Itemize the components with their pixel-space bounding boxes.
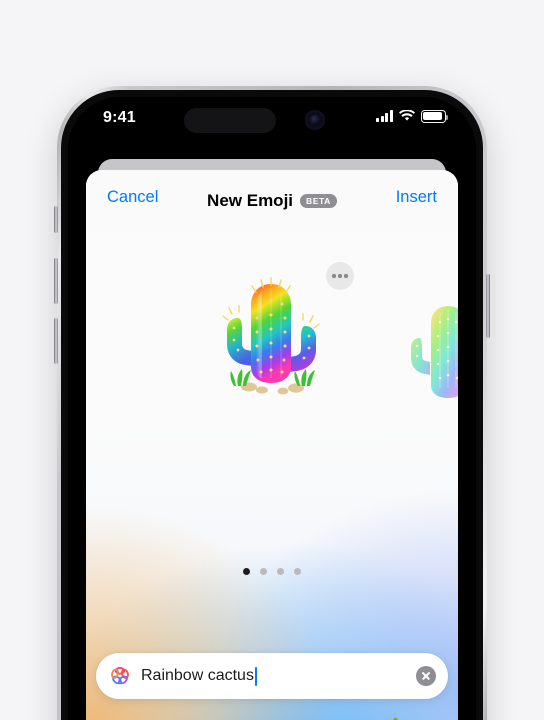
emoji-prompt-field[interactable]: Rainbow cactus xyxy=(96,653,448,699)
apple-intelligence-icon xyxy=(111,666,129,685)
volume-up-button[interactable] xyxy=(54,258,58,304)
emoji-prompt-row: Rainbow cactus xyxy=(96,653,448,699)
sheet-header: Cancel New Emoji BETA Insert xyxy=(86,170,458,232)
action-button[interactable] xyxy=(54,206,58,233)
autocomplete-suggestion-bar: “cactus” cactuses 🌵 xyxy=(86,710,458,720)
page-dot-2[interactable] xyxy=(260,568,267,575)
front-camera-icon xyxy=(305,110,325,130)
sheet-title-group: New Emoji BETA xyxy=(207,191,337,211)
screenshot-stage: 9:41 Cancel New Emoji BETA Insert Rainbo… xyxy=(0,0,544,720)
page-dot-3[interactable] xyxy=(277,568,284,575)
new-emoji-sheet: Cancel New Emoji BETA Insert Rainbow cac… xyxy=(86,170,458,720)
pastel-rainbow-cactus-emoji[interactable] xyxy=(398,300,458,400)
page-dot-1[interactable] xyxy=(243,568,250,575)
volume-down-button[interactable] xyxy=(54,318,58,364)
page-title: New Emoji xyxy=(207,191,294,210)
prompt-text-wrap: Rainbow cactus xyxy=(141,666,416,686)
status-bar-time: 9:41 xyxy=(103,109,136,126)
phone-screen: 9:41 Cancel New Emoji BETA Insert Rainbo… xyxy=(68,97,476,720)
dynamic-island[interactable] xyxy=(184,108,276,133)
page-indicator-dots[interactable] xyxy=(86,568,458,575)
status-bar-indicators xyxy=(376,110,449,123)
emoji-preview-area xyxy=(86,232,458,572)
text-caret xyxy=(254,666,257,686)
screen-content: 9:41 Cancel New Emoji BETA Insert Rainbo… xyxy=(68,97,476,720)
beta-badge: BETA xyxy=(300,193,337,209)
power-button[interactable] xyxy=(486,274,490,338)
status-bar: 9:41 xyxy=(68,97,476,143)
cellular-bars-icon xyxy=(376,110,393,123)
camera-lens xyxy=(310,115,320,125)
insert-button[interactable]: Insert xyxy=(396,188,437,207)
search-input[interactable]: Rainbow cactus xyxy=(141,667,254,685)
clear-x-icon[interactable] xyxy=(416,666,436,686)
battery-icon xyxy=(421,110,449,123)
rainbow-cactus-emoji[interactable] xyxy=(204,274,339,409)
wifi-icon xyxy=(399,110,415,121)
cancel-button[interactable]: Cancel xyxy=(107,188,158,207)
page-dot-4[interactable] xyxy=(294,568,301,575)
battery-fill xyxy=(423,112,443,120)
